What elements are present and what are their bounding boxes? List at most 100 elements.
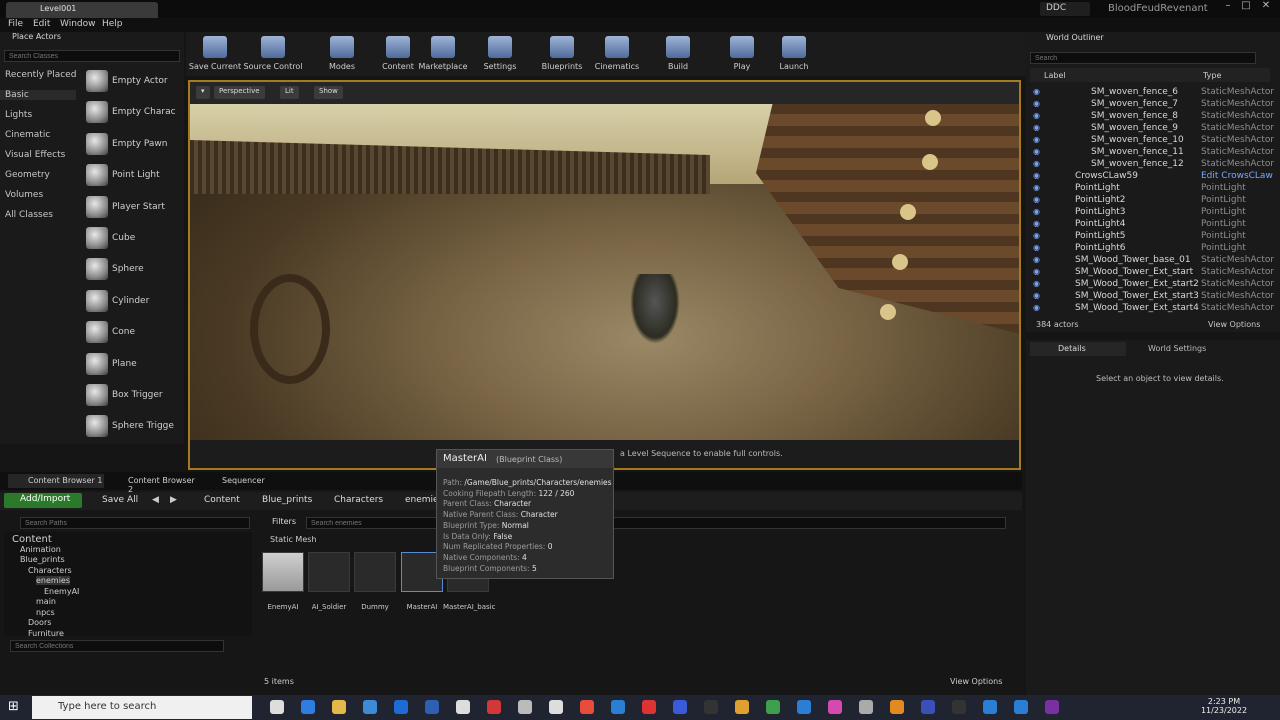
active-filter-static-mesh[interactable]: Static Mesh [270,535,316,544]
category-volumes[interactable]: Volumes [5,190,43,200]
outliner-row-name[interactable]: SM_woven_fence_11 [1091,147,1184,157]
tab-content-browser-2[interactable]: Content Browser 2 [108,474,196,494]
outliner-row-name[interactable]: SM_Wood_Tower_base_01 [1075,255,1191,265]
tab-content-browser-1[interactable]: Content Browser 1 [8,474,104,488]
outliner-row-name[interactable]: CrowsCLaw59 [1075,171,1138,181]
viewport-menu-button[interactable]: ▾ [196,86,210,99]
outliner-row-name[interactable]: SM_Wood_Tower_Ext_start2 [1075,279,1199,289]
visibility-eye-icon[interactable]: ◉ [1033,303,1040,312]
ddc-indicator[interactable]: DDC [1040,2,1090,16]
settings-button[interactable]: Settings [470,62,530,71]
marketplace-icon[interactable] [431,36,455,58]
category-cinematic[interactable]: Cinematic [5,130,50,140]
tree-folder-content[interactable]: Content [12,534,52,545]
tree-folder-characters[interactable]: Characters [28,566,72,575]
taskbar-app-icon[interactable] [673,700,687,714]
outliner-row-name[interactable]: PointLight2 [1075,195,1126,205]
content-icon[interactable] [386,36,410,58]
taskbar-app-icon[interactable] [580,700,594,714]
close-icon[interactable]: ✕ [1258,0,1274,14]
menu-edit[interactable]: Edit [33,19,50,29]
taskbar-app-icon[interactable] [301,700,315,714]
level-tab[interactable]: Level001 [6,2,158,18]
launch-button[interactable]: Launch [764,62,824,71]
taskbar-app-icon[interactable] [332,700,346,714]
outliner-row-name[interactable]: SM_Wood_Tower_Ext_start4 [1075,303,1199,313]
taskbar-app-icon[interactable] [363,700,377,714]
viewport-scene[interactable] [190,104,1019,440]
outliner-row-name[interactable]: SM_woven_fence_6 [1091,87,1178,97]
cinematics-icon[interactable] [605,36,629,58]
tree-folder-furniture[interactable]: Furniture [28,629,64,638]
breadcrumb-characters[interactable]: Characters [334,495,383,505]
lit-button[interactable]: Lit [280,86,299,99]
search-assets-input[interactable] [306,517,1006,529]
outliner-row-name[interactable]: SM_woven_fence_10 [1091,135,1184,145]
actor-box-trigger[interactable]: Box Trigger [112,390,163,400]
outliner-row-name[interactable]: SM_woven_fence_8 [1091,111,1178,121]
tree-folder-enemyai[interactable]: EnemyAI [44,587,79,596]
outliner-search-input[interactable] [1030,52,1256,64]
tree-folder-enemies[interactable]: enemies [36,576,71,585]
content-view-options[interactable]: View Options [950,677,1002,686]
category-basic[interactable]: Basic [0,90,76,100]
outliner-row-name[interactable]: SM_woven_fence_7 [1091,99,1178,109]
taskbar-app-icon[interactable] [456,700,470,714]
visibility-eye-icon[interactable]: ◉ [1033,171,1040,180]
asset-tile-enemyai[interactable] [262,552,304,592]
category-visual-effects[interactable]: Visual Effects [5,150,65,160]
taskbar-app-icon[interactable] [425,700,439,714]
actor-point-light[interactable]: Point Light [112,170,160,180]
visibility-eye-icon[interactable]: ◉ [1033,243,1040,252]
outliner-row-name[interactable]: PointLight3 [1075,207,1126,217]
outliner-row-name[interactable]: PointLight5 [1075,231,1126,241]
tree-folder-main[interactable]: main [36,597,56,606]
taskbar-app-icon[interactable] [952,700,966,714]
column-type[interactable]: Type [1203,71,1221,80]
visibility-eye-icon[interactable]: ◉ [1033,291,1040,300]
tree-folder-animation[interactable]: Animation [20,545,61,554]
actor-cube[interactable]: Cube [112,233,135,243]
outliner-row-name[interactable]: PointLight4 [1075,219,1126,229]
visibility-eye-icon[interactable]: ◉ [1033,219,1040,228]
taskbar-app-icon[interactable] [394,700,408,714]
tab-details[interactable]: Details [1030,342,1126,356]
visibility-eye-icon[interactable]: ◉ [1033,87,1040,96]
perspective-button[interactable]: Perspective [214,86,265,99]
play-button[interactable]: Play [712,62,772,71]
visibility-eye-icon[interactable]: ◉ [1033,183,1040,192]
taskbar-app-icon[interactable] [890,700,904,714]
taskbar-app-icon[interactable] [642,700,656,714]
breadcrumb-content[interactable]: Content [204,495,240,505]
filters-button[interactable]: Filters [262,517,302,530]
outliner-row-name[interactable]: SM_woven_fence_9 [1091,123,1178,133]
visibility-eye-icon[interactable]: ◉ [1033,111,1040,120]
maximize-icon[interactable]: □ [1238,0,1254,14]
modes-icon[interactable] [330,36,354,58]
taskbar-app-icon[interactable] [983,700,997,714]
place-actors-title[interactable]: Place Actors [2,32,184,44]
character[interactable] [630,274,680,344]
save-current-button[interactable]: Save Current [185,62,245,71]
category-lights[interactable]: Lights [5,110,32,120]
visibility-eye-icon[interactable]: ◉ [1033,279,1040,288]
category-recently-placed[interactable]: Recently Placed [5,70,76,80]
menu-file[interactable]: File [8,19,23,29]
actor-empty-charac[interactable]: Empty Charac [112,107,176,117]
visibility-eye-icon[interactable]: ◉ [1033,147,1040,156]
asset-tile-ai-soldier[interactable] [308,552,350,592]
visibility-eye-icon[interactable]: ◉ [1033,255,1040,264]
tree-folder-blue-prints[interactable]: Blue_prints [20,555,65,564]
tree-folder-npcs[interactable]: npcs [36,608,55,617]
launch-icon[interactable] [782,36,806,58]
cinematics-button[interactable]: Cinematics [587,62,647,71]
save-current-icon[interactable] [203,36,227,58]
outliner-row-name[interactable]: SM_Wood_Tower_Ext_start [1075,267,1193,277]
taskbar-app-icon[interactable] [828,700,842,714]
menu-help[interactable]: Help [102,19,123,29]
visibility-eye-icon[interactable]: ◉ [1033,195,1040,204]
modes-button[interactable]: Modes [312,62,372,71]
taskbar-app-icon[interactable] [270,700,284,714]
tree-folder-doors[interactable]: Doors [28,618,51,627]
outliner-row-name[interactable]: PointLight6 [1075,243,1126,253]
